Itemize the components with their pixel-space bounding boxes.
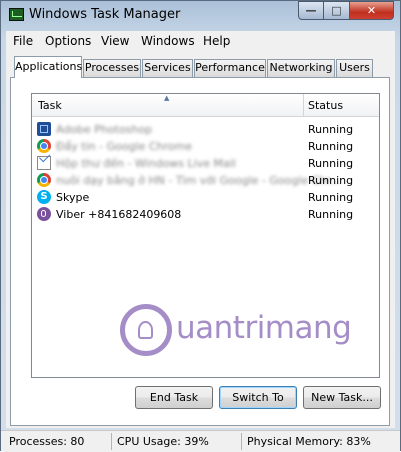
column-divider[interactable] [303, 94, 304, 116]
task-status: Running [308, 208, 354, 221]
maximize-button[interactable]: □ [324, 1, 350, 20]
end-task-button[interactable]: End Task [135, 386, 213, 409]
menu-file[interactable]: File [13, 34, 33, 48]
task-manager-icon [9, 8, 24, 21]
list-header: ▲ Task Status [32, 94, 379, 117]
status-bar: Processes: 80 CPU Usage: 39% Physical Me… [1, 430, 400, 452]
tab-networking[interactable]: Networking [267, 59, 335, 77]
task-name: Viber +841682409608 [56, 208, 182, 221]
minimize-button[interactable]: — [298, 1, 324, 20]
task-status: Running [308, 174, 354, 187]
photoshop-icon [37, 122, 51, 136]
tab-processes[interactable]: Processes [83, 59, 141, 77]
task-manager-window: Windows Task Manager — □ ✕ File Options … [0, 0, 401, 452]
task-status: Running [308, 123, 354, 136]
menu-help[interactable]: Help [203, 34, 230, 48]
list-item[interactable]: Hộp thư đến - Windows Live Mail Running [32, 155, 359, 172]
tab-services[interactable]: Services [142, 59, 193, 77]
viber-icon [37, 207, 51, 221]
menu-view[interactable]: View [101, 34, 129, 48]
chrome-icon [37, 139, 51, 153]
task-status: Running [308, 140, 354, 153]
switch-to-button[interactable]: Switch To [219, 386, 297, 409]
physical-memory: Physical Memory: 83% [247, 435, 371, 448]
tab-performance[interactable]: Performance [194, 59, 266, 77]
skype-icon: S [37, 190, 51, 204]
new-task-button[interactable]: New Task... [303, 386, 381, 409]
task-name: nuôi dạy bằng ở HN - Tìm với Google - Go… [56, 174, 341, 187]
column-header-task[interactable]: Task [38, 99, 62, 112]
process-count: Processes: 80 [9, 435, 85, 448]
status-divider [241, 433, 242, 450]
task-status: Running [308, 157, 354, 170]
list-item[interactable]: Đẩy tin - Google Chrome Running [32, 138, 359, 155]
mail-icon [37, 156, 51, 170]
window-title: Windows Task Manager [29, 7, 181, 22]
watermark-text: uantrimang [176, 310, 352, 346]
task-list[interactable]: ▲ Task Status Adobe Photoshop Running Đẩ… [31, 93, 380, 378]
title-bar[interactable]: Windows Task Manager — □ ✕ [1, 1, 400, 29]
tab-users[interactable]: Users [336, 59, 373, 77]
menu-windows[interactable]: Windows [141, 34, 195, 48]
cpu-usage: CPU Usage: 39% [117, 435, 209, 448]
list-item[interactable]: nuôi dạy bằng ở HN - Tìm với Google - Go… [32, 172, 359, 189]
task-name: Skype [56, 191, 90, 204]
menu-bar: File Options View Windows Help [6, 31, 395, 51]
sort-ascending-icon: ▲ [164, 94, 170, 102]
lightbulb-icon [120, 304, 172, 356]
chrome-icon [37, 173, 51, 187]
list-item[interactable]: S Skype Running [32, 189, 359, 206]
column-header-status[interactable]: Status [308, 99, 343, 112]
status-divider [111, 433, 112, 450]
tab-applications[interactable]: Applications [14, 56, 82, 78]
task-status: Running [308, 191, 354, 204]
list-item[interactable]: Viber +841682409608 Running [32, 206, 359, 223]
task-name: Đẩy tin - Google Chrome [56, 140, 193, 153]
task-name: Adobe Photoshop [56, 123, 153, 136]
close-button[interactable]: ✕ [350, 1, 394, 20]
task-name: Hộp thư đến - Windows Live Mail [56, 157, 236, 170]
list-item[interactable]: Adobe Photoshop Running [32, 121, 359, 138]
menu-options[interactable]: Options [45, 34, 91, 48]
